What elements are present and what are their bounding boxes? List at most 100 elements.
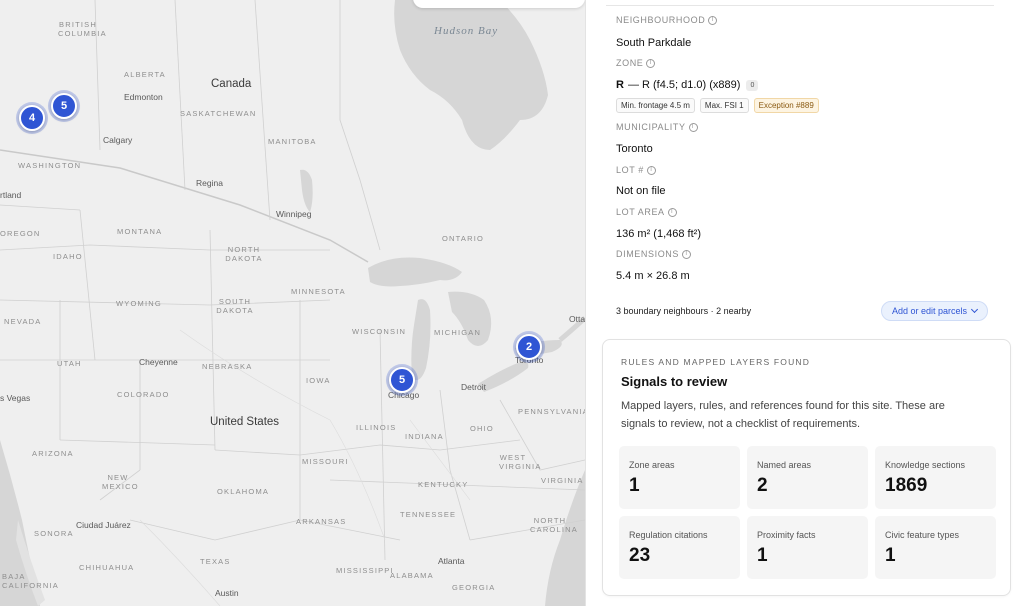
map-label-wisconsin: WISCONSIN (352, 327, 407, 336)
map-label-tennessee: TENNESSEE (400, 510, 457, 519)
info-icon[interactable]: i (667, 207, 677, 217)
map-label-iowa: IOWA (306, 376, 331, 385)
neighbourhood-label-text: NEIGHBOURHOOD (616, 15, 706, 25)
neighbourhood-value: South Parkdale (616, 37, 692, 49)
stat-value: 2 (757, 475, 768, 496)
map-label-kentucky: KENTUCKY (418, 480, 469, 489)
lot-number-label: LOT # i (616, 165, 656, 175)
map-label-austin: Austin (215, 588, 239, 598)
map-label-edmonton: Edmonton (124, 92, 163, 102)
stat-value: 23 (629, 545, 651, 566)
lot-area-label: LOT AREA i (616, 207, 677, 217)
map-label-ohio: OHIO (470, 424, 494, 433)
map-cluster-marker[interactable]: 4 (19, 105, 45, 131)
add-edit-parcels-button[interactable]: Add or edit parcels (881, 301, 989, 321)
municipality-label-text: MUNICIPALITY (616, 122, 686, 132)
map-cluster-marker[interactable]: 2 (516, 334, 542, 360)
stat-label: Named areas (757, 460, 812, 470)
exception-chip[interactable]: Exception #889 (753, 98, 819, 113)
map-label-wyoming: WYOMING (116, 299, 162, 308)
stat-value: 1869 (885, 475, 928, 496)
map-label-georgia: GEORGIA (452, 583, 496, 592)
map-label-colorado: COLORADO (117, 390, 170, 399)
map-label-michigan: MICHIGAN (434, 328, 482, 337)
map-label-north-carolina: NORTH CAROLINA (530, 516, 578, 534)
map-label-baja-california: BAJA CALIFORNIA (2, 572, 58, 590)
zone-value: R — R (f4.5; d1.0) (x889) 0 (616, 79, 759, 91)
map-search-tab[interactable] (413, 0, 585, 8)
min-frontage-chip: Min. frontage 4.5 m (616, 98, 695, 113)
map-label-british-columbia: BRITISH COLUMBIA (58, 20, 107, 38)
zone-count-badge: 0 (746, 79, 759, 91)
dimensions-label: DIMENSIONS i (616, 249, 692, 259)
signals-card: RULES AND MAPPED LAYERS FOUND Signals to… (602, 339, 1011, 596)
map-label-atlanta: Atlanta (438, 556, 465, 566)
lake-superior (368, 257, 462, 287)
map-label-winnipeg: Winnipeg (276, 209, 312, 219)
hudson-bay-water (394, 0, 548, 150)
stat-zone-areas[interactable]: Zone areas 1 (619, 446, 740, 509)
panel-divider (606, 5, 994, 6)
info-icon[interactable]: i (688, 122, 698, 132)
zone-label-text: ZONE (616, 58, 644, 68)
atlantic-water (545, 420, 585, 606)
stat-civic-feature-types[interactable]: Civic feature types 1 (875, 516, 996, 579)
map-label-arizona: ARIZONA (32, 449, 74, 458)
info-icon[interactable]: i (708, 15, 718, 25)
map-label-alabama: ALABAMA (390, 571, 434, 580)
map-label-missouri: MISSOURI (302, 457, 349, 466)
map-label-las-vegas: s Vegas (0, 393, 31, 403)
stat-value: 1 (629, 475, 640, 496)
map-label-nevada: NEVADA (4, 317, 42, 326)
map-label-oregon: OREGON (0, 229, 41, 238)
map-label-montana: MONTANA (117, 227, 163, 236)
map-label-south-dakota: SOUTH DAKOTA (216, 297, 254, 315)
stat-proximity-facts[interactable]: Proximity facts 1 (747, 516, 868, 579)
map-label-illinois: ILLINOIS (356, 423, 397, 432)
map-label-north-dakota: NORTH DAKOTA (225, 245, 263, 263)
map-label-sonora: SONORA (34, 529, 74, 538)
stat-label: Zone areas (629, 460, 675, 470)
max-fsi-chip: Max. FSI 1 (699, 98, 749, 113)
info-icon[interactable]: i (646, 165, 656, 175)
signals-description: Mapped layers, rules, and references fou… (621, 400, 945, 430)
map-label-calgary: Calgary (103, 135, 133, 145)
map-label-canada: Canada (211, 78, 252, 90)
lot-area-value: 136 m² (1,468 ft²) (616, 228, 701, 240)
zone-detail: — R (f4.5; d1.0) (x889) (627, 79, 741, 91)
map-label-chihuahua: CHIHUAHUA (79, 563, 135, 572)
lake-michigan (411, 299, 431, 381)
stat-value: 1 (757, 545, 768, 566)
map-label-alberta: ALBERTA (124, 70, 166, 79)
parcel-details-panel[interactable]: NEIGHBOURHOOD i South Parkdale ZONE i R … (585, 0, 1024, 606)
dimensions-value: 5.4 m × 26.8 m (616, 270, 690, 282)
map-cluster-marker[interactable]: 5 (51, 93, 77, 119)
info-icon[interactable]: i (682, 249, 692, 259)
map-label-virginia: VIRGINIA (541, 476, 584, 485)
zone-label: ZONE i (616, 58, 656, 68)
map-label-washington: WASHINGTON (18, 161, 82, 170)
map-label-minnesota: MINNESOTA (291, 287, 346, 296)
municipality-label: MUNICIPALITY i (616, 122, 698, 132)
map-view[interactable]: Hudson Bay BRITISH COLUMBIA ALBERTA SASK… (0, 0, 585, 606)
zone-code: R (616, 79, 624, 91)
map-cluster-marker[interactable]: 5 (389, 367, 415, 393)
map-label-manitoba: MANITOBA (268, 137, 317, 146)
info-icon[interactable]: i (646, 58, 656, 68)
lake-huron (448, 291, 492, 346)
map-label-pennsylvania: PENNSYLVANIA (518, 407, 585, 416)
map-label-ottawa: Otta (569, 314, 585, 324)
map-label-portland: rtland (0, 190, 22, 200)
stat-regulation-citations[interactable]: Regulation citations 23 (619, 516, 740, 579)
dimensions-label-text: DIMENSIONS (616, 249, 680, 259)
zone-chips: Min. frontage 4.5 m Max. FSI 1 Exception… (616, 98, 819, 113)
map-label-nebraska: NEBRASKA (202, 362, 253, 371)
lake-winnipeg (300, 169, 313, 212)
map-label-hudson-bay: Hudson Bay (434, 25, 499, 37)
stat-knowledge-sections[interactable]: Knowledge sections 1869 (875, 446, 996, 509)
map-label-cheyenne: Cheyenne (139, 357, 178, 367)
stat-named-areas[interactable]: Named areas 2 (747, 446, 868, 509)
map-label-detroit: Detroit (461, 382, 487, 392)
map-label-west-virginia: WEST VIRGINIA (499, 453, 542, 471)
map-label-oklahoma: OKLAHOMA (217, 487, 270, 496)
